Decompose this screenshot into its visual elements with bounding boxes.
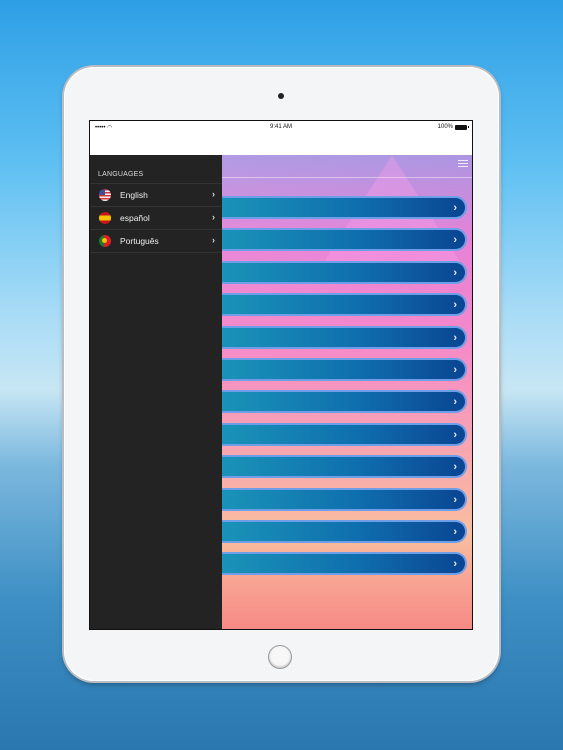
chevron-right-icon: › — [453, 363, 457, 376]
spain-flag-icon — [99, 212, 111, 224]
chevron-right-icon: › — [453, 525, 457, 538]
language-item-english[interactable]: English › — [90, 184, 222, 207]
chevron-right-icon: › — [212, 235, 215, 245]
list-button[interactable]: › — [222, 293, 467, 317]
chevron-right-icon: › — [453, 493, 457, 506]
chevron-right-icon: › — [453, 558, 457, 571]
chevron-right-icon: › — [453, 396, 457, 409]
sidebar-header: LANGUAGES — [98, 171, 144, 178]
navigation-bar — [90, 135, 472, 155]
list-button[interactable]: › — [222, 552, 467, 576]
battery-percent: 100% — [437, 124, 453, 130]
language-label: español — [120, 213, 150, 223]
battery-icon — [455, 124, 469, 130]
list-button[interactable]: › — [222, 519, 467, 543]
list-button[interactable]: › — [222, 422, 467, 446]
device-screen: ••••• ◠ 9:41 AM 100% › › › › › › › › › ›… — [89, 120, 473, 630]
chevron-right-icon: › — [453, 461, 457, 474]
hamburger-menu-icon[interactable] — [458, 160, 468, 168]
home-button[interactable] — [268, 645, 292, 669]
chevron-right-icon: › — [453, 234, 457, 247]
language-list: English › español › Português › — [90, 183, 222, 253]
language-item-portuguese[interactable]: Português › — [90, 230, 222, 253]
language-item-spanish[interactable]: español › — [90, 207, 222, 230]
us-flag-icon — [99, 189, 111, 201]
list-button[interactable]: › — [222, 455, 467, 479]
list-button[interactable]: › — [222, 390, 467, 414]
language-label: English — [120, 190, 148, 200]
status-bar: ••••• ◠ 9:41 AM 100% — [90, 121, 472, 135]
chevron-right-icon: › — [453, 266, 457, 279]
list-button[interactable]: › — [222, 196, 467, 219]
camera-icon — [278, 93, 284, 99]
list-button[interactable]: › — [222, 260, 467, 284]
list-button[interactable]: › — [222, 487, 467, 511]
portugal-flag-icon — [99, 235, 111, 247]
chevron-right-icon: › — [453, 202, 457, 214]
chevron-right-icon: › — [212, 189, 215, 199]
main-content: › › › › › › › › › › › › — [222, 155, 472, 629]
button-list: › › › › › › › › › › › › — [222, 196, 467, 585]
battery-indicator: 100% — [437, 124, 469, 130]
list-button[interactable]: › — [222, 228, 467, 252]
chevron-right-icon: › — [453, 428, 457, 441]
list-button[interactable]: › — [222, 357, 467, 381]
content-divider — [222, 177, 472, 178]
status-time: 9:41 AM — [269, 124, 292, 130]
language-label: Português — [120, 236, 159, 246]
chevron-right-icon: › — [453, 331, 457, 344]
language-sidebar: LANGUAGES English › español › Português … — [90, 155, 222, 629]
list-button[interactable]: › — [222, 325, 467, 349]
chevron-right-icon: › — [212, 212, 215, 222]
chevron-right-icon: › — [453, 299, 457, 312]
